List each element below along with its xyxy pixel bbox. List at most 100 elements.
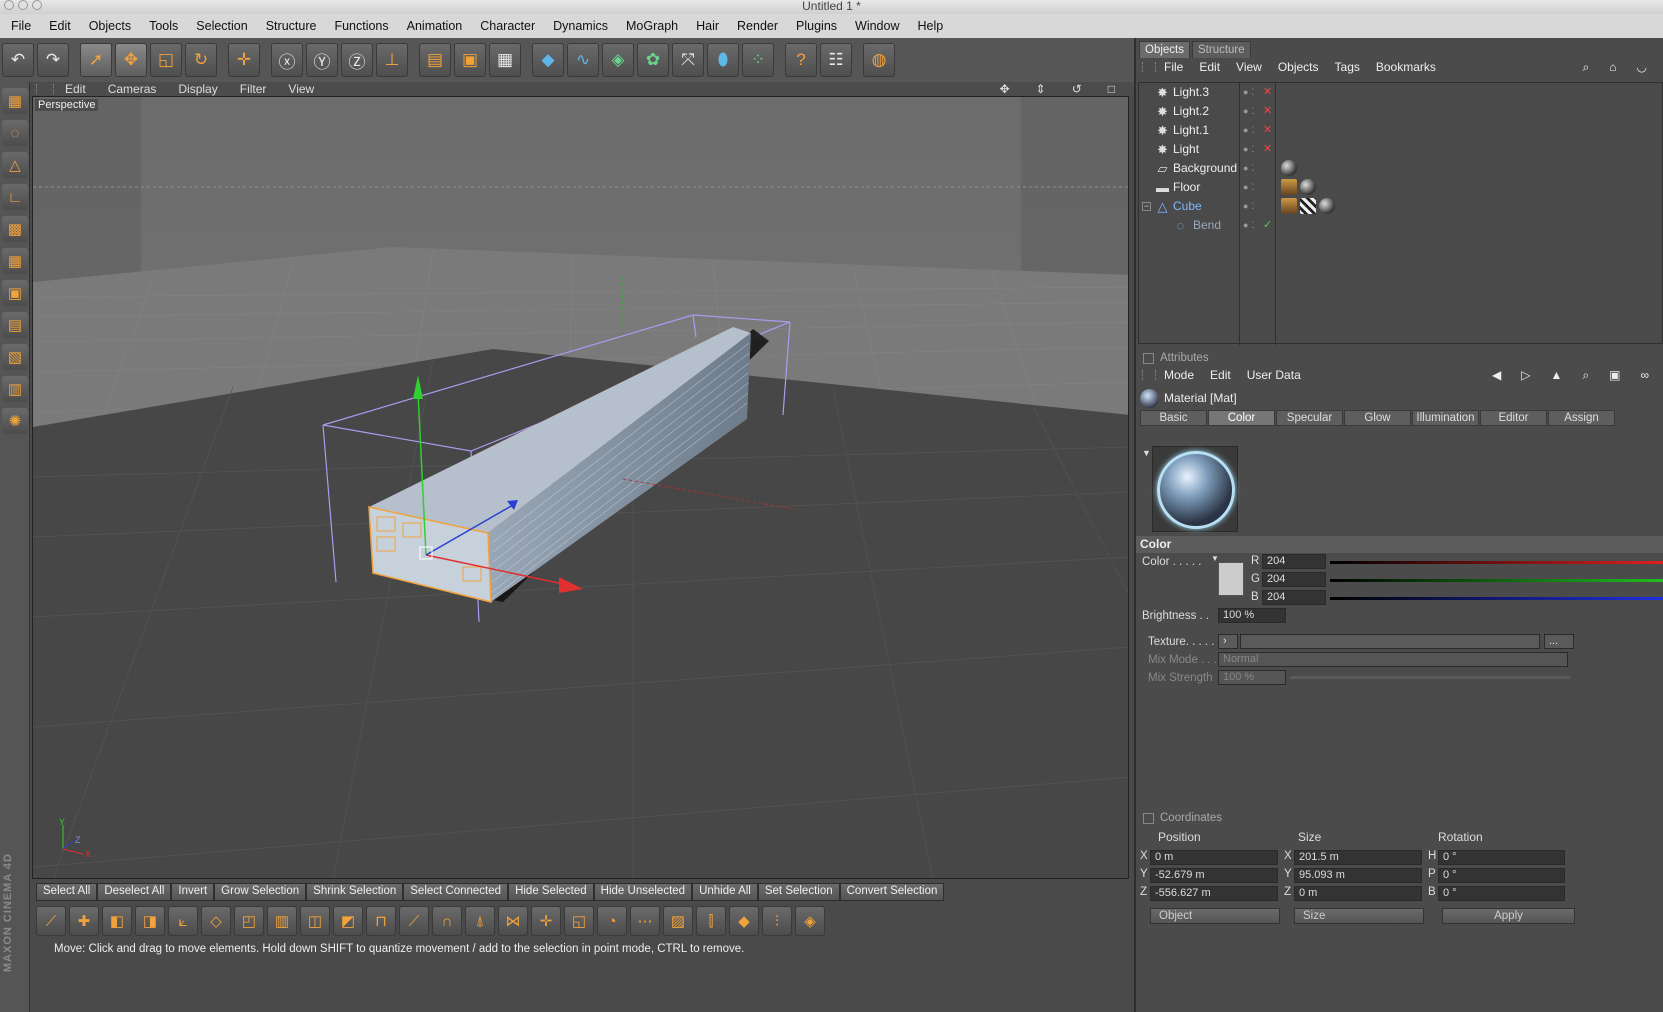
position-z-field[interactable]: -556.627 m: [1150, 886, 1278, 901]
3d-viewport[interactable]: Y X Z Perspective: [32, 96, 1129, 879]
visibility-dots[interactable]: ●⁚: [1243, 178, 1257, 197]
menu-character[interactable]: Character: [471, 19, 544, 33]
polygon-mode-icon[interactable]: ▤: [2, 312, 28, 338]
weld-icon[interactable]: ◔: [597, 906, 627, 936]
preview-expand-icon[interactable]: ▼: [1142, 448, 1151, 458]
visibility-dots[interactable]: ●⁚: [1243, 102, 1257, 121]
viewport-menu-view[interactable]: View: [277, 82, 325, 96]
rotate-tool-icon[interactable]: ↻: [185, 43, 217, 77]
web-icon[interactable]: ◍: [863, 43, 895, 77]
position-y-field[interactable]: -52.679 m: [1150, 868, 1278, 883]
attributes-grip[interactable]: [1142, 370, 1156, 380]
menu-objects[interactable]: Objects: [80, 19, 140, 33]
object-row-floor[interactable]: ▬ Floor ●⁚: [1139, 178, 1662, 197]
knife-icon[interactable]: ⟋: [36, 906, 66, 936]
rotation-b-field[interactable]: 0 °: [1438, 886, 1565, 901]
axis-mode-icon[interactable]: ∟: [2, 184, 28, 210]
objects-menu-objects[interactable]: Objects: [1270, 60, 1327, 74]
rotation-h-field[interactable]: 0 °: [1438, 850, 1565, 865]
size-y-field[interactable]: 95.093 m: [1294, 868, 1422, 883]
coordinate-mode-select[interactable]: Object: [1150, 908, 1280, 924]
color-swatch[interactable]: [1218, 562, 1244, 596]
tab-assign[interactable]: Assign: [1548, 410, 1615, 426]
b-field[interactable]: 204: [1262, 590, 1326, 605]
object-row-light3[interactable]: ✸ Light.3 ●⁚ ✕: [1139, 83, 1662, 102]
recent-tool-icon[interactable]: ✛: [228, 43, 260, 77]
menu-file[interactable]: File: [2, 19, 40, 33]
hide-selected-button[interactable]: Hide Selected: [508, 883, 594, 901]
search-icon[interactable]: ⌕: [1574, 368, 1601, 382]
optimize-icon[interactable]: ◆: [729, 906, 759, 936]
objects-menu-bookmarks[interactable]: Bookmarks: [1368, 60, 1444, 74]
visibility-dots[interactable]: ●⁚: [1243, 83, 1257, 102]
eye-icon[interactable]: ◡: [1629, 60, 1659, 74]
menu-animation[interactable]: Animation: [398, 19, 472, 33]
bevel-icon[interactable]: ⟀: [168, 906, 198, 936]
layout-icon[interactable]: ▦: [2, 88, 28, 114]
material-preview[interactable]: [1152, 446, 1238, 532]
visibility-dots[interactable]: ●⁚: [1243, 159, 1257, 178]
magnet-icon[interactable]: ∩: [432, 906, 462, 936]
split-icon[interactable]: ⫿: [696, 906, 726, 936]
undo-icon[interactable]: ↶: [2, 43, 34, 77]
disabled-icon[interactable]: ✕: [1263, 140, 1272, 159]
menu-render[interactable]: Render: [728, 19, 787, 33]
disabled-icon[interactable]: ✕: [1263, 102, 1272, 121]
invert-button[interactable]: Invert: [171, 883, 215, 901]
tab-specular[interactable]: Specular: [1276, 410, 1343, 426]
live-selection-icon[interactable]: ➚: [80, 43, 112, 77]
objects-menu-edit[interactable]: Edit: [1191, 60, 1228, 74]
iron-icon[interactable]: ⍋: [465, 906, 495, 936]
back-arrow-icon[interactable]: ◀: [1484, 368, 1513, 382]
coordinate-system-icon[interactable]: ⊥: [376, 43, 408, 77]
stitch-icon[interactable]: ◱: [564, 906, 594, 936]
objects-menu-tags[interactable]: Tags: [1327, 60, 1368, 74]
set-selection-button[interactable]: Set Selection: [757, 883, 840, 901]
cube-primitive-icon[interactable]: ◆: [532, 43, 564, 77]
grow-selection-button[interactable]: Grow Selection: [214, 883, 307, 901]
objects-menu-view[interactable]: View: [1228, 60, 1270, 74]
texture-more-button[interactable]: ...: [1544, 634, 1574, 649]
tab-editor[interactable]: Editor: [1480, 410, 1547, 426]
object-row-light1[interactable]: ✸ Light.1 ●⁚ ✕: [1139, 121, 1662, 140]
size-mode-select[interactable]: Size: [1294, 908, 1424, 924]
menu-plugins[interactable]: Plugins: [787, 19, 846, 33]
material-tag-icon[interactable]: [1300, 179, 1316, 195]
mirror-icon[interactable]: ⋈: [498, 906, 528, 936]
compositing-tag-icon[interactable]: [1281, 179, 1297, 195]
viewport-grip[interactable]: [36, 84, 54, 94]
edge-mode-icon[interactable]: ▣: [2, 280, 28, 306]
objects-menu-file[interactable]: File: [1156, 60, 1191, 74]
sculpt-icon[interactable]: ✺: [2, 408, 28, 434]
shrink-selection-button[interactable]: Shrink Selection: [306, 883, 404, 901]
extrude-inner-icon[interactable]: ◨: [135, 906, 165, 936]
maximize-icon[interactable]: □: [1097, 82, 1130, 96]
enabled-check-icon[interactable]: ✓: [1263, 216, 1272, 235]
redo-icon[interactable]: ↷: [37, 43, 69, 77]
particle-icon[interactable]: ⁘: [742, 43, 774, 77]
window-controls[interactable]: [4, 0, 46, 12]
hide-unselected-button[interactable]: Hide Unselected: [593, 883, 693, 901]
mix-strength-slider[interactable]: [1290, 676, 1570, 679]
texture-mode-icon[interactable]: ▩: [2, 216, 28, 242]
size-x-field[interactable]: 201.5 m: [1294, 850, 1422, 865]
up-arrow-icon[interactable]: ▲: [1542, 368, 1574, 382]
subdivide-icon[interactable]: ⫶: [762, 906, 792, 936]
rotation-p-field[interactable]: 0 °: [1438, 868, 1565, 883]
scale-tool-icon[interactable]: ◱: [150, 43, 182, 77]
brush-icon[interactable]: ✚: [69, 906, 99, 936]
melt-icon[interactable]: ◈: [795, 906, 825, 936]
convert-selection-button[interactable]: Convert Selection: [839, 883, 945, 901]
orbit-icon[interactable]: ↺: [1061, 82, 1097, 96]
triangulate-icon[interactable]: ▨: [663, 906, 693, 936]
select-connected-button[interactable]: Select Connected: [403, 883, 509, 901]
search-icon[interactable]: ⌕: [1575, 60, 1602, 74]
model-mode-icon[interactable]: ◌: [2, 120, 28, 146]
visibility-dots[interactable]: ●⁚: [1243, 197, 1257, 216]
tab-objects[interactable]: Objects: [1139, 41, 1190, 58]
r-field[interactable]: 204: [1262, 554, 1326, 569]
render-view-icon[interactable]: ▤: [419, 43, 451, 77]
extrude-icon[interactable]: ◧: [102, 906, 132, 936]
b-slider[interactable]: [1330, 597, 1663, 600]
nurbs-icon[interactable]: ◈: [602, 43, 634, 77]
